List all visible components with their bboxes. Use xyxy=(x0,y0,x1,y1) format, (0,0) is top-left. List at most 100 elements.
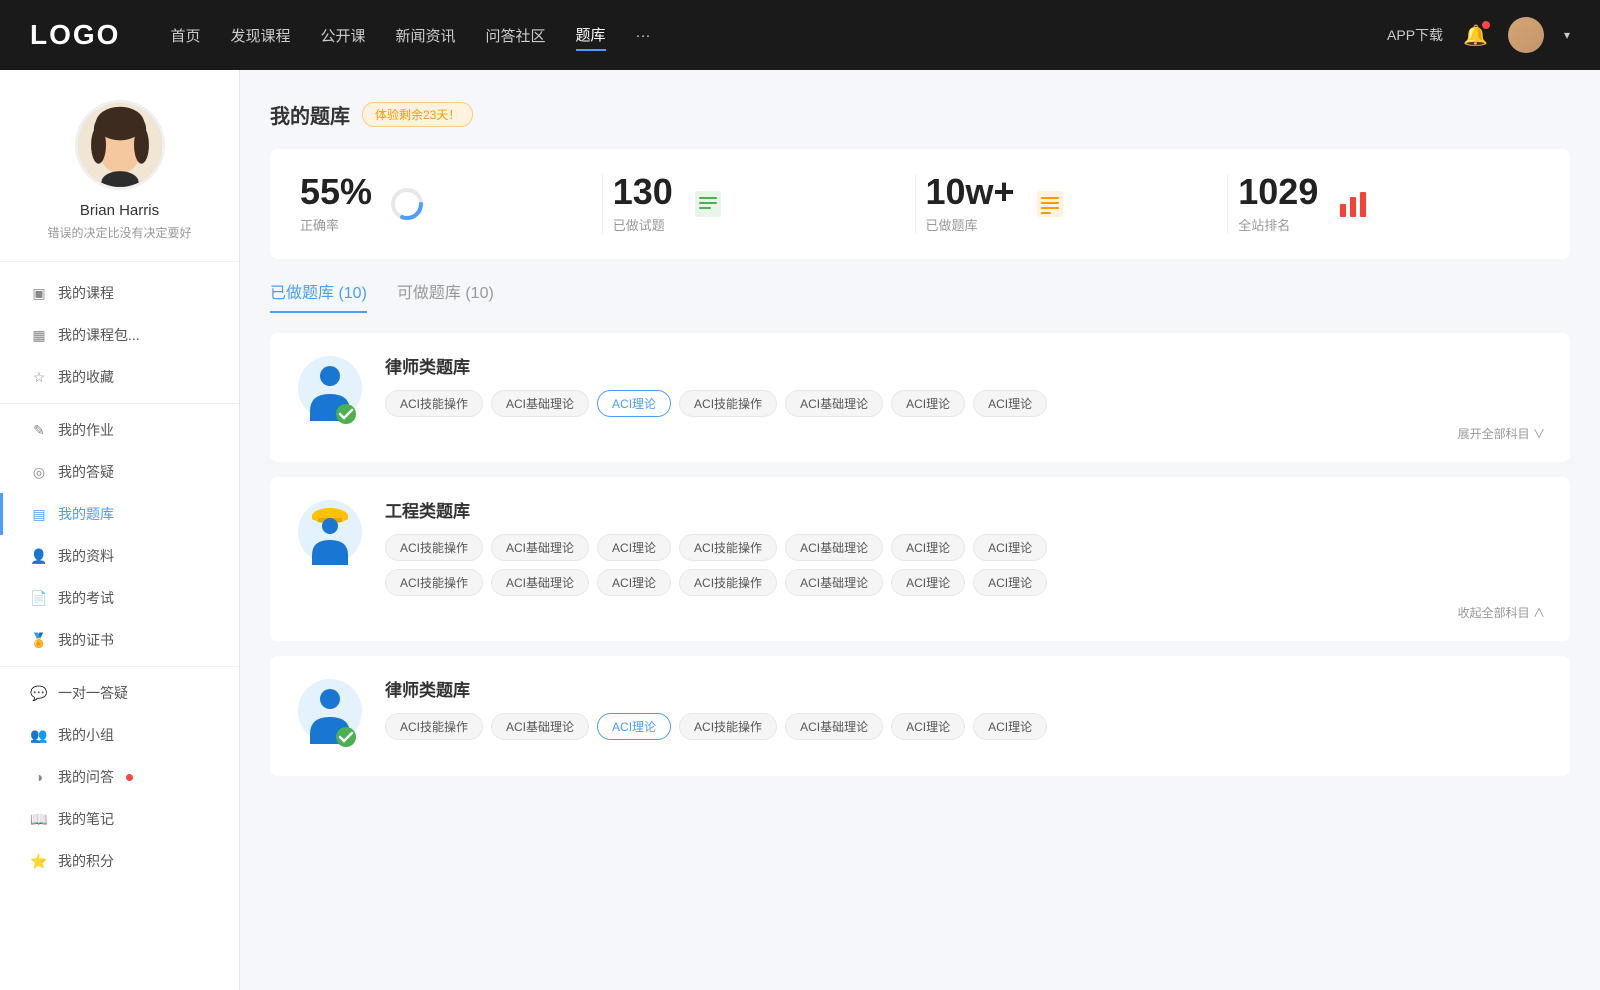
nav-links: 首页 发现课程 公开课 新闻资讯 问答社区 题库 ··· xyxy=(170,20,1387,51)
tag-law2-theory-3[interactable]: ACI理论 xyxy=(973,713,1047,740)
tag-eng-basic-3[interactable]: ACI基础理论 xyxy=(491,569,589,596)
sidebar-item-notes[interactable]: 📖 我的笔记 xyxy=(0,798,239,840)
tag-law2-theory-2[interactable]: ACI理论 xyxy=(891,713,965,740)
sidebar-divider-2 xyxy=(0,666,239,667)
myqa-dot xyxy=(126,774,133,781)
expand-button-lawyer-1[interactable]: 展开全部科目 ∨ xyxy=(385,425,1545,442)
nav-qa[interactable]: 问答社区 xyxy=(486,21,546,50)
sidebar-item-myqa[interactable]: ◑ 我的问答 xyxy=(0,756,239,798)
sidebar-item-profile[interactable]: 👤 我的资料 xyxy=(0,535,239,577)
bank-content-lawyer-1: 律师类题库 ACI技能操作 ACI基础理论 ACI理论 ACI技能操作 ACI基… xyxy=(385,353,1545,442)
tag-eng-skill-3[interactable]: ACI技能操作 xyxy=(385,569,483,596)
lawyer-icon-svg-2 xyxy=(298,679,363,754)
bank-title-engineer: 工程类题库 xyxy=(385,497,1545,522)
main-content: 我的题库 体验剩余23天！ 55% 正确率 xyxy=(240,70,1600,990)
tag-eng-theory-1[interactable]: ACI理论 xyxy=(597,534,671,561)
user-dropdown-arrow[interactable]: ▾ xyxy=(1564,28,1570,42)
tag-law2-basic-2[interactable]: ACI基础理论 xyxy=(785,713,883,740)
tag-aci-skill-1[interactable]: ACI技能操作 xyxy=(385,390,483,417)
bank-tags-lawyer-2: ACI技能操作 ACI基础理论 ACI理论 ACI技能操作 ACI基础理论 AC… xyxy=(385,713,1545,740)
tag-law2-theory-active[interactable]: ACI理论 xyxy=(597,713,671,740)
stat-label-correct: 正确率 xyxy=(300,215,372,234)
nav-bank[interactable]: 题库 xyxy=(576,20,606,51)
tag-law2-skill-1[interactable]: ACI技能操作 xyxy=(385,713,483,740)
tag-eng-basic-2[interactable]: ACI基础理论 xyxy=(785,534,883,561)
sidebar-item-qa[interactable]: ◎ 我的答疑 xyxy=(0,451,239,493)
points-icon: ⭐ xyxy=(30,852,48,870)
avatar-image xyxy=(1508,17,1544,53)
tag-aci-basic-1[interactable]: ACI基础理论 xyxy=(491,390,589,417)
bank-title-lawyer-1: 律师类题库 xyxy=(385,353,1545,378)
stat-done-questions: 130 已做试题 xyxy=(603,174,916,234)
sidebar-item-course[interactable]: ▣ 我的课程 xyxy=(0,272,239,314)
tag-eng-theory-2[interactable]: ACI理论 xyxy=(891,534,965,561)
sidebar-label-profile: 我的资料 xyxy=(58,546,114,566)
tag-eng-skill-4[interactable]: ACI技能操作 xyxy=(679,569,777,596)
stat-value-done: 130 xyxy=(613,174,673,210)
bank-content-engineer: 工程类题库 ACI技能操作 ACI基础理论 ACI理论 ACI技能操作 ACI基… xyxy=(385,497,1545,621)
tag-law2-skill-2[interactable]: ACI技能操作 xyxy=(679,713,777,740)
notes-icon: 📖 xyxy=(30,810,48,828)
nav-discover[interactable]: 发现课程 xyxy=(230,21,290,50)
tag-eng-theory-5[interactable]: ACI理论 xyxy=(891,569,965,596)
avatar-illustration xyxy=(78,100,162,190)
sidebar-label-course-pack: 我的课程包... xyxy=(58,325,140,345)
nav-more[interactable]: ··· xyxy=(636,23,651,48)
sidebar-divider-1 xyxy=(0,403,239,404)
nav-home[interactable]: 首页 xyxy=(170,21,200,50)
sidebar-item-collect[interactable]: ☆ 我的收藏 xyxy=(0,356,239,398)
tag-eng-basic-1[interactable]: ACI基础理论 xyxy=(491,534,589,561)
stat-icon-done xyxy=(688,184,728,224)
app-download-button[interactable]: APP下载 xyxy=(1387,25,1443,45)
trial-badge: 体验剩余23天！ xyxy=(362,102,473,127)
tab-available[interactable]: 可做题库 (10) xyxy=(397,279,494,313)
tag-aci-theory-2[interactable]: ACI理论 xyxy=(891,390,965,417)
sidebar-item-course-pack[interactable]: ▦ 我的课程包... xyxy=(0,314,239,356)
sidebar-item-points[interactable]: ⭐ 我的积分 xyxy=(0,840,239,882)
engineer-icon-svg xyxy=(298,500,363,575)
tag-law2-basic-1[interactable]: ACI基础理论 xyxy=(491,713,589,740)
stat-group-rank: 1029 全站排名 xyxy=(1238,174,1318,234)
sidebar-item-one-on-one[interactable]: 💬 一对一答疑 xyxy=(0,672,239,714)
sidebar-label-group: 我的小组 xyxy=(58,725,114,745)
stat-value-correct: 55% xyxy=(300,174,372,210)
sidebar-item-group[interactable]: 👥 我的小组 xyxy=(0,714,239,756)
tag-eng-skill-2[interactable]: ACI技能操作 xyxy=(679,534,777,561)
sidebar-item-bank[interactable]: ▤ 我的题库 xyxy=(0,493,239,535)
tag-aci-theory-3[interactable]: ACI理论 xyxy=(973,390,1047,417)
layout: Brian Harris 错误的决定比没有决定要好 ▣ 我的课程 ▦ 我的课程包… xyxy=(0,70,1600,990)
avatar[interactable] xyxy=(1508,17,1544,53)
tag-aci-basic-2[interactable]: ACI基础理论 xyxy=(785,390,883,417)
course-icon: ▣ xyxy=(30,284,48,302)
tag-eng-theory-3[interactable]: ACI理论 xyxy=(973,534,1047,561)
stat-icon-rank xyxy=(1333,184,1373,224)
tag-aci-theory-active-1[interactable]: ACI理论 xyxy=(597,390,671,417)
page-header: 我的题库 体验剩余23天！ xyxy=(270,100,1570,129)
bank-card-engineer: 工程类题库 ACI技能操作 ACI基础理论 ACI理论 ACI技能操作 ACI基… xyxy=(270,477,1570,641)
tag-aci-skill-2[interactable]: ACI技能操作 xyxy=(679,390,777,417)
tag-eng-basic-4[interactable]: ACI基础理论 xyxy=(785,569,883,596)
nav-news[interactable]: 新闻资讯 xyxy=(396,21,456,50)
tag-eng-skill-1[interactable]: ACI技能操作 xyxy=(385,534,483,561)
tab-done[interactable]: 已做题库 (10) xyxy=(270,279,367,313)
course-pack-icon: ▦ xyxy=(30,326,48,344)
sidebar-label-one-on-one: 一对一答疑 xyxy=(58,683,128,703)
notification-bell[interactable]: 🔔 xyxy=(1463,23,1488,48)
user-motto: 错误的决定比没有决定要好 xyxy=(47,224,191,241)
profile-icon: 👤 xyxy=(30,547,48,565)
bank-title-lawyer-2: 律师类题库 xyxy=(385,676,1545,701)
sidebar-item-exam[interactable]: 📄 我的考试 xyxy=(0,577,239,619)
logo: LOGO xyxy=(30,19,120,51)
user-name: Brian Harris xyxy=(80,202,159,219)
sidebar-item-cert[interactable]: 🏅 我的证书 xyxy=(0,619,239,661)
sidebar-item-homework[interactable]: ✎ 我的作业 xyxy=(0,409,239,451)
sidebar-label-collect: 我的收藏 xyxy=(58,367,114,387)
nav-open-course[interactable]: 公开课 xyxy=(320,21,365,50)
bank-icon: ▤ xyxy=(30,505,48,523)
stat-rank: 1029 全站排名 xyxy=(1228,174,1540,234)
bank-icon-lawyer-1 xyxy=(295,353,365,433)
tag-eng-theory-6[interactable]: ACI理论 xyxy=(973,569,1047,596)
tag-eng-theory-4[interactable]: ACI理论 xyxy=(597,569,671,596)
collapse-button-engineer[interactable]: 收起全部科目 ∧ xyxy=(385,604,1545,621)
sidebar-label-myqa: 我的问答 xyxy=(58,767,114,787)
